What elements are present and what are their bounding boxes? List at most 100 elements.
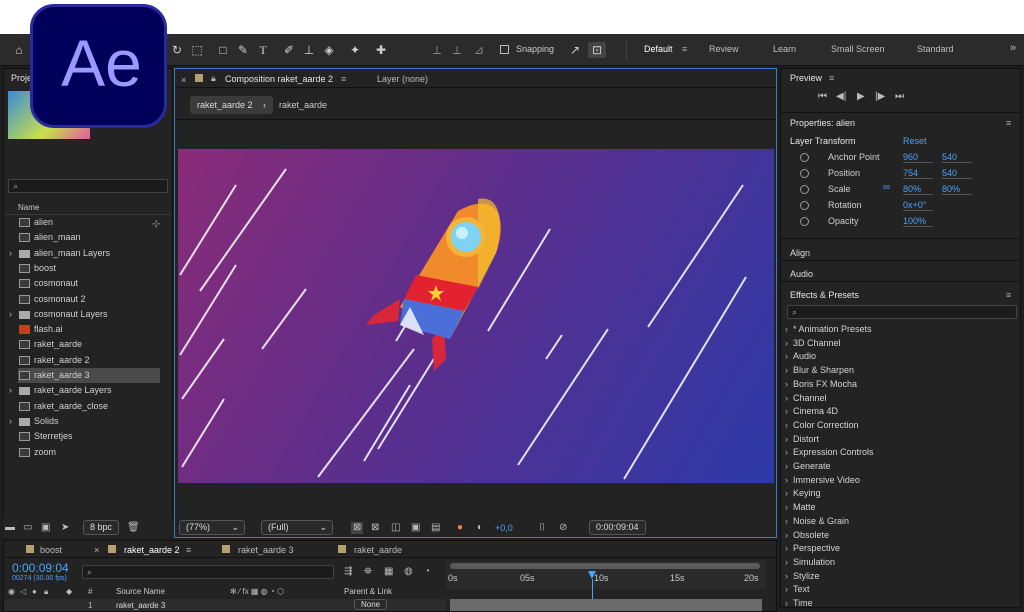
axis-local-icon[interactable]: ⟂ (430, 42, 444, 58)
panel-menu-icon[interactable]: ≡ (341, 74, 346, 84)
home-icon[interactable]: ⌂ (10, 42, 28, 58)
align-panel-title[interactable]: Align (790, 248, 810, 258)
composition-tab[interactable]: Composition raket_aarde 2 (225, 74, 333, 84)
effect-category[interactable]: › Blur & Sharpen (785, 365, 854, 375)
timeline-tab-active[interactable]: raket_aarde 2 (124, 545, 180, 555)
region-of-interest-icon[interactable]: ▣ (411, 522, 420, 534)
lock-icon[interactable]: 🔒︎ (211, 72, 216, 84)
effect-category[interactable]: › Keying (785, 488, 821, 498)
stopwatch-icon[interactable] (800, 185, 809, 194)
color-channels-icon[interactable]: ● (457, 522, 463, 534)
project-item[interactable]: flash.ai (18, 322, 160, 337)
brush-tool-icon[interactable]: ✐ (282, 42, 296, 58)
timeline-search-input[interactable]: ⌕ (82, 565, 334, 579)
panel-menu-icon[interactable]: ≡ (186, 545, 191, 555)
bit-depth-button[interactable]: 8 bpc (83, 520, 120, 535)
panel-menu-icon[interactable]: ≡ (1006, 290, 1011, 300)
effect-category[interactable]: › Perspective (785, 543, 840, 553)
parent-select[interactable]: None (354, 599, 388, 610)
axis-world-icon[interactable]: ⟂ (450, 42, 464, 58)
property-value[interactable]: 80% (942, 184, 972, 195)
rectangle-tool-icon[interactable]: □ (216, 42, 230, 58)
effect-category[interactable]: › Immersive Video (785, 475, 860, 485)
panel-menu-icon[interactable]: ≡ (829, 73, 834, 83)
text-tool-icon[interactable]: T (256, 42, 270, 58)
project-search-input[interactable]: ⌕ (8, 179, 168, 193)
workspace-learn[interactable]: Learn (773, 44, 796, 54)
effect-category[interactable]: › Time (785, 598, 813, 608)
switches-icons[interactable]: ✻ ⁄ fx ▦ ◍ ◔ ⬡ (230, 586, 284, 598)
last-frame-icon[interactable]: ⏭ (895, 91, 904, 103)
effect-category[interactable]: › Matte (785, 502, 816, 512)
previous-frame-icon[interactable]: ◀| (836, 91, 846, 103)
resolution-select[interactable]: (Full) ⌄ (261, 520, 333, 535)
effect-category[interactable]: › Audio (785, 351, 816, 361)
play-icon[interactable]: ▶ (857, 91, 865, 103)
timeline-tab-boost[interactable]: boost (40, 545, 62, 555)
effect-category[interactable]: › Distort (785, 434, 819, 444)
layer-row[interactable]: 1 raket_aarde 3 None (4, 599, 446, 611)
project-item[interactable]: › alien_maan Layers (9, 246, 160, 261)
chevron-right-icon[interactable]: › (9, 246, 12, 261)
source-name-header[interactable]: Source Name (116, 587, 165, 596)
zoom-select[interactable]: (77%) ⌄ (179, 520, 245, 535)
camera-tool-icon[interactable]: ⬚ (190, 42, 204, 58)
breadcrumb-active[interactable]: raket_aarde 2 ‹ (190, 96, 274, 114)
roto-brush-icon[interactable]: ✦ (348, 42, 362, 58)
project-item[interactable]: alien_maan (18, 230, 160, 245)
project-item[interactable]: raket_aarde (18, 337, 160, 352)
audio-panel-title[interactable]: Audio (790, 269, 813, 279)
chevron-right-icon[interactable]: › (9, 414, 12, 429)
project-item[interactable]: alien (18, 215, 160, 230)
workspace-review[interactable]: Review (709, 44, 739, 54)
interpret-footage-icon[interactable]: ▬ (5, 522, 15, 534)
project-item[interactable]: boost (18, 261, 160, 276)
project-item[interactable]: cosmonaut (18, 276, 160, 291)
transparency-grid-icon[interactable]: ⊠ (371, 522, 379, 534)
workspace-small-screen[interactable]: Small Screen (831, 44, 885, 54)
puppet-pin-icon[interactable]: ✚ (374, 42, 388, 58)
layer-tab[interactable]: Layer (none) (377, 74, 428, 84)
effect-category[interactable]: › Boris FX Mocha (785, 379, 857, 389)
rotate-tool-icon[interactable]: ↻ (170, 42, 184, 58)
property-value[interactable]: 100% (903, 216, 933, 227)
snapshot-icon[interactable]: ⌷ (539, 522, 545, 534)
close-tab-icon[interactable]: × (94, 544, 99, 556)
snap-target-icon[interactable]: ⊡ (588, 42, 606, 58)
label-icon[interactable]: ◆ (66, 586, 72, 598)
stopwatch-icon[interactable] (800, 217, 809, 226)
project-item[interactable]: cosmonaut 2 (18, 292, 160, 307)
breadcrumb-next[interactable]: raket_aarde (279, 100, 327, 110)
stopwatch-icon[interactable] (800, 153, 809, 162)
effect-category[interactable]: › Color Correction (785, 420, 859, 430)
project-item[interactable]: › raket_aarde Layers (9, 383, 160, 398)
new-composition-icon[interactable]: ▣ (41, 522, 50, 534)
chevron-right-icon[interactable]: › (9, 307, 12, 322)
audio-icon[interactable]: ◁ (20, 586, 26, 598)
stopwatch-icon[interactable] (800, 201, 809, 210)
grid-guides-icon[interactable]: ▤ (431, 522, 440, 534)
effect-category[interactable]: › Expression Controls (785, 447, 874, 457)
snap-options-icon[interactable]: ↗ (568, 42, 582, 58)
project-item[interactable]: raket_aarde 3 (18, 368, 160, 383)
new-folder-icon[interactable]: ▭ (23, 522, 32, 534)
workspace-standard[interactable]: Standard (917, 44, 954, 54)
chevron-right-icon[interactable]: › (9, 383, 12, 398)
reset-link[interactable]: Reset (903, 136, 927, 146)
exposure-value[interactable]: +0,0 (495, 523, 513, 533)
workspace-menu-icon[interactable]: ≡ (682, 44, 687, 54)
effects-search-input[interactable]: ⌕ (787, 305, 1017, 319)
work-area-bar[interactable] (450, 563, 760, 569)
layer-name[interactable]: raket_aarde 3 (116, 601, 165, 610)
effect-category[interactable]: › * Animation Presets (785, 324, 872, 334)
close-tab-icon[interactable]: × (181, 74, 186, 86)
panel-menu-icon[interactable]: ≡ (1006, 118, 1011, 128)
show-snapshot-icon[interactable]: ⊘ (559, 522, 567, 534)
timeline-tab-raket-aarde[interactable]: raket_aarde (354, 545, 402, 555)
clone-stamp-icon[interactable]: ⊥ (302, 42, 316, 58)
comp-mini-flowchart-icon[interactable]: ⇶ (344, 566, 352, 578)
project-item[interactable]: › cosmonaut Layers (9, 307, 160, 322)
render-icon[interactable]: ➤ (61, 522, 69, 534)
effect-category[interactable]: › Obsolete (785, 530, 829, 540)
eye-icon[interactable]: ◉ (8, 586, 15, 598)
